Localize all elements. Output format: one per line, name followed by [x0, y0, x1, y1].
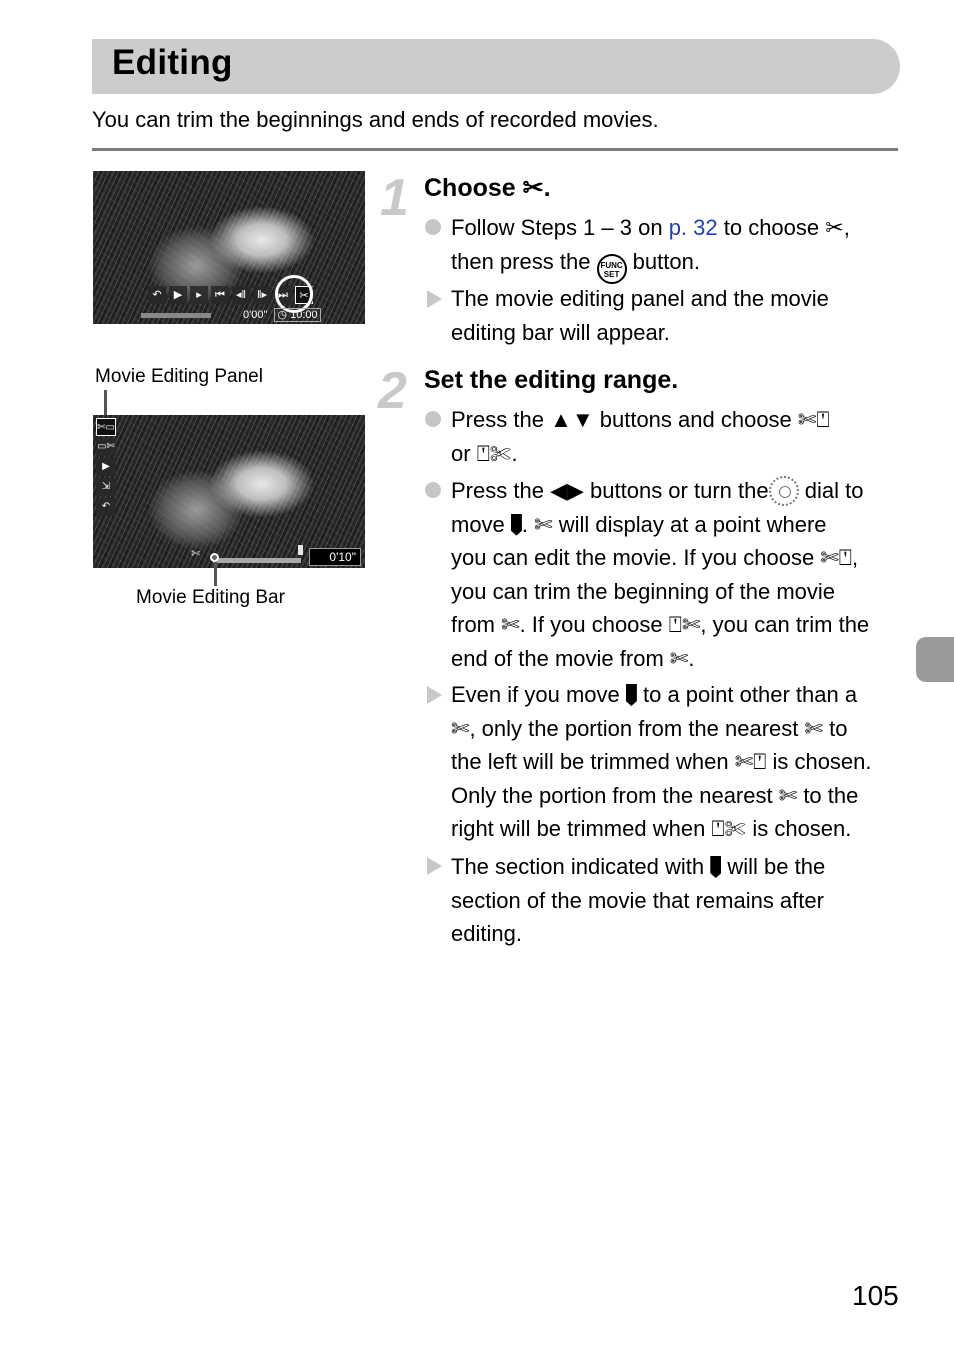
edit-marker [298, 545, 303, 555]
page-link[interactable]: p. 32 [669, 215, 718, 240]
trim-end-icon: ⍞✄ [668, 612, 701, 638]
bullet-icon [425, 219, 441, 235]
cut-point-icon: ✄ [191, 548, 201, 560]
bullet-icon [425, 482, 441, 498]
intro-text: You can trim the beginnings and ends of … [92, 107, 659, 132]
trim-end-icon: ▭✄ [96, 438, 116, 456]
play-icon: ▶ [169, 286, 187, 304]
time-display: 0'00" ◷ 10:00 [243, 308, 321, 322]
step-number: 1 [380, 169, 409, 227]
movie-screen-photo-2: ✄▭ ▭✄ ▶ ⇲ ↶ ✄ 0'10" [93, 415, 365, 568]
cut-point-icon: ✄ [669, 645, 689, 671]
chapter-tab [916, 637, 954, 682]
trim-beginning-icon: ✄⍞ [734, 749, 767, 775]
total-time: ◷ 10:00 [274, 308, 321, 322]
trim-beginning-icon: ✄▭ [96, 418, 116, 436]
save-icon: ⇲ [96, 478, 116, 496]
marker-icon [625, 684, 637, 706]
cut-point-icon: ✄ [778, 782, 798, 808]
progress-bar [141, 313, 211, 318]
return-icon: ↶ [148, 286, 166, 304]
result-arrow-icon [427, 857, 442, 875]
play-icon: ▶ [96, 458, 116, 476]
step-2-result-1: Even if you move to a point other than a… [451, 682, 872, 842]
step-number: 2 [378, 362, 407, 420]
cut-point-icon: ✄ [534, 511, 553, 537]
up-down-buttons-icon: ▲▼ [550, 407, 594, 432]
cut-point-icon: ✄ [451, 715, 470, 741]
step-2-result-2: The section indicated with will be the s… [451, 854, 826, 947]
marker-icon [710, 856, 722, 878]
next-frame-icon: ‖▸ [253, 286, 271, 304]
slow-play-icon: ▸ [190, 286, 208, 304]
step-2-action-1: Press the ▲▼ buttons and choose ✄⍞ or ⍞✄… [451, 407, 830, 466]
movie-editing-panel-label: Movie Editing Panel [95, 366, 263, 387]
trim-end-icon: ⍞✄ [476, 440, 512, 466]
time-display: 0'10" [309, 548, 361, 566]
first-frame-icon: ⏮ [211, 286, 229, 304]
divider [92, 148, 898, 151]
step-2-action-2: Press the ◀▶ buttons or turn the dial to… [451, 476, 870, 671]
scissors-icon: ✂ [522, 174, 544, 202]
previous-frame-icon: ◂‖ [232, 286, 250, 304]
movie-editing-bar-label: Movie Editing Bar [136, 587, 285, 608]
result-arrow-icon [427, 290, 442, 308]
step-title: Set the editing range. [424, 366, 679, 394]
movie-screen-photo-1: ↶ ▶ ▸ ⏮ ◂‖ ‖▸ ⏭ ✂ 0'00" ◷ 10:00 [93, 171, 365, 324]
marker-icon [510, 513, 522, 536]
title-bar: Editing [92, 39, 900, 94]
movie-editing-panel: ✄▭ ▭✄ ▶ ⇲ ↶ [96, 418, 116, 516]
page-title: Editing [112, 43, 233, 82]
movie-editing-bar [213, 558, 301, 563]
bullet-icon [425, 411, 441, 427]
func-set-button-icon: FUNC SET [596, 253, 627, 284]
left-right-buttons-icon: ◀▶ [550, 478, 584, 503]
return-icon: ↶ [96, 498, 116, 516]
trim-beginning-icon: ✄⍞ [820, 545, 852, 571]
trim-end-icon: ⍞✄ [711, 816, 747, 842]
trim-beginning-icon: ✄⍞ [797, 407, 830, 432]
step-1-action: Follow Steps 1 – 3 on p. 32 to choose ✂,… [451, 211, 901, 284]
result-arrow-icon [427, 686, 442, 704]
bar-leader-line [214, 560, 217, 586]
cut-point-icon: ✄ [501, 612, 520, 638]
step-title: Choose ✂. [424, 174, 551, 202]
bar-leader-dot [210, 553, 219, 562]
step-1-result: The movie editing panel and the movie ed… [451, 286, 829, 345]
scissors-icon: ✂ [825, 215, 844, 240]
page-number: 105 [852, 1280, 899, 1311]
cut-point-icon: ✄ [804, 715, 823, 741]
control-dial-icon [768, 476, 799, 506]
